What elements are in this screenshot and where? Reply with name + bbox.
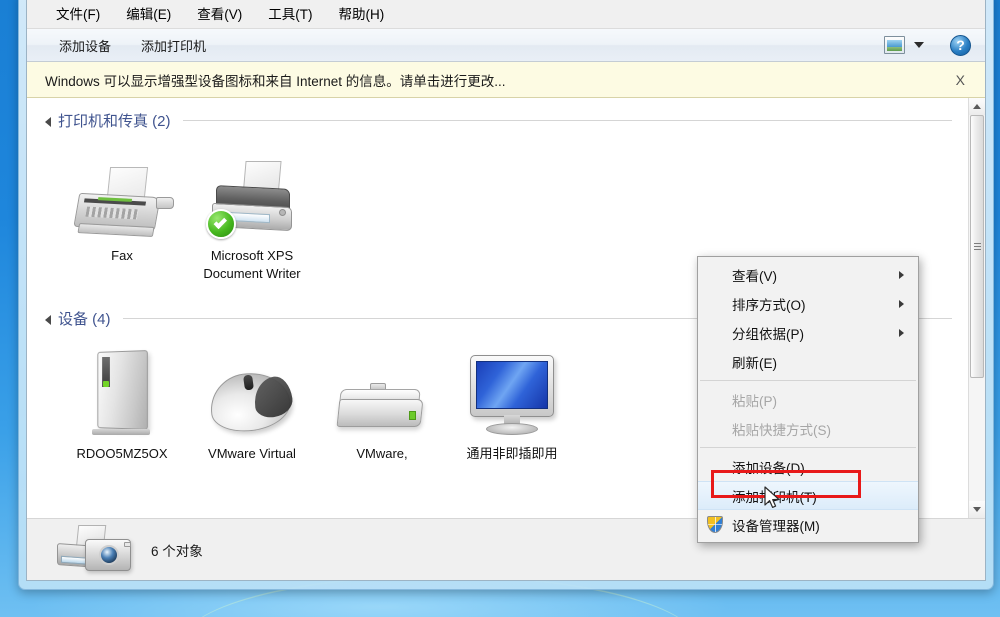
default-printer-check-icon — [206, 209, 236, 239]
ctx-item-label: 查看(V) — [732, 268, 777, 284]
ctx-item-label: 添加打印机(T) — [732, 489, 817, 505]
notification-bar: Windows 可以显示增强型设备图标和来自 Internet 的信息。请单击进… — [27, 62, 985, 98]
menu-separator — [700, 447, 916, 448]
submenu-arrow-icon — [899, 270, 904, 279]
device-tile-label: VMware Virtual — [208, 446, 296, 462]
group-printers-and-faxes-header[interactable]: 打印机和传真 (2) — [27, 110, 968, 131]
ctx-device-manager[interactable]: 设备管理器(M) — [698, 510, 918, 539]
device-box-icon — [334, 347, 430, 439]
submenu-arrow-icon — [899, 328, 904, 337]
device-tile-label: Fax — [111, 248, 133, 263]
vertical-scrollbar[interactable] — [968, 98, 985, 518]
group-rule — [182, 120, 952, 121]
collapse-triangle-icon[interactable] — [45, 314, 51, 325]
context-menu: 查看(V) 排序方式(O) 分组依据(P) 刷新(E) 粘贴(P) 粘贴快捷方式… — [697, 256, 919, 543]
ctx-paste-shortcut: 粘贴快捷方式(S) — [698, 414, 918, 443]
scroll-up-arrow-icon[interactable] — [969, 98, 985, 115]
ctx-group-by[interactable]: 分组依据(P) — [698, 318, 918, 347]
ctx-view[interactable]: 查看(V) — [698, 260, 918, 289]
xps-printer-icon — [204, 149, 300, 241]
device-tile-vmware-box[interactable]: VMware, — [317, 343, 447, 463]
device-tile-label: Microsoft XPS Document Writer — [203, 248, 301, 281]
ctx-sort-by[interactable]: 排序方式(O) — [698, 289, 918, 318]
ctx-item-label: 粘贴(P) — [732, 393, 777, 409]
ctx-refresh[interactable]: 刷新(E) — [698, 347, 918, 376]
monitor-icon — [464, 347, 560, 439]
menu-tools[interactable]: 工具(T) — [257, 0, 323, 26]
scroll-down-arrow-icon[interactable] — [969, 501, 985, 518]
group-title: 设备 (4) — [58, 311, 111, 329]
ctx-item-label: 粘贴快捷方式(S) — [732, 422, 831, 438]
help-icon[interactable]: ? — [950, 34, 971, 56]
ctx-item-label: 刷新(E) — [732, 355, 777, 371]
add-device-button[interactable]: 添加设备 — [49, 32, 121, 59]
device-tile-monitor[interactable]: 通用非即插即用 — [447, 343, 577, 463]
uac-shield-icon — [707, 516, 723, 533]
ctx-item-label: 添加设备(D) — [732, 460, 805, 476]
notification-text[interactable]: Windows 可以显示增强型设备图标和来自 Internet 的信息。请单击进… — [45, 70, 950, 90]
fax-printer-icon — [73, 149, 174, 241]
device-tile-vmware-mouse[interactable]: VMware Virtual — [187, 343, 317, 463]
ctx-item-label: 排序方式(O) — [732, 297, 806, 313]
group-title: 打印机和传真 (2) — [58, 113, 171, 130]
ctx-paste: 粘贴(P) — [698, 385, 918, 414]
printer-camera-icon — [57, 523, 135, 577]
submenu-arrow-icon — [899, 299, 904, 308]
view-layout-icon[interactable] — [884, 36, 905, 54]
computer-tower-icon — [82, 347, 162, 439]
scrollbar-track[interactable] — [969, 115, 985, 501]
ctx-add-device[interactable]: 添加设备(D) — [698, 452, 918, 481]
scrollbar-thumb[interactable] — [970, 115, 984, 378]
add-printer-button[interactable]: 添加打印机 — [131, 32, 216, 59]
chevron-down-icon[interactable] — [914, 42, 924, 48]
device-tile-label: RDOO5MZ5OX — [76, 446, 168, 462]
menu-bar: 文件(F) 编辑(E) 查看(V) 工具(T) 帮助(H) — [27, 0, 985, 29]
device-tile-label: 通用非即插即用 — [466, 446, 558, 462]
mouse-icon — [204, 347, 300, 439]
toolbar: 添加设备 添加打印机 ? — [27, 29, 985, 62]
ctx-gutter — [698, 516, 732, 533]
ctx-add-printer[interactable]: 添加打印机(T) — [698, 481, 918, 510]
close-icon[interactable]: X — [950, 70, 971, 90]
menu-edit[interactable]: 编辑(E) — [115, 0, 182, 26]
menu-help[interactable]: 帮助(H) — [328, 0, 396, 26]
menu-file[interactable]: 文件(F) — [45, 0, 111, 26]
status-object-count: 6 个对象 — [151, 543, 203, 559]
device-tile-computer[interactable]: RDOO5MZ5OX — [57, 343, 187, 463]
device-tile-label: VMware, — [356, 446, 408, 462]
ctx-item-label: 分组依据(P) — [732, 326, 804, 342]
collapse-triangle-icon[interactable] — [45, 116, 51, 127]
ctx-item-label: 设备管理器(M) — [732, 518, 820, 534]
menu-separator — [700, 380, 916, 381]
menu-view[interactable]: 查看(V) — [186, 0, 253, 26]
device-tile-fax[interactable]: Fax — [57, 145, 187, 282]
device-tile-xps-writer[interactable]: Microsoft XPS Document Writer — [187, 145, 317, 282]
